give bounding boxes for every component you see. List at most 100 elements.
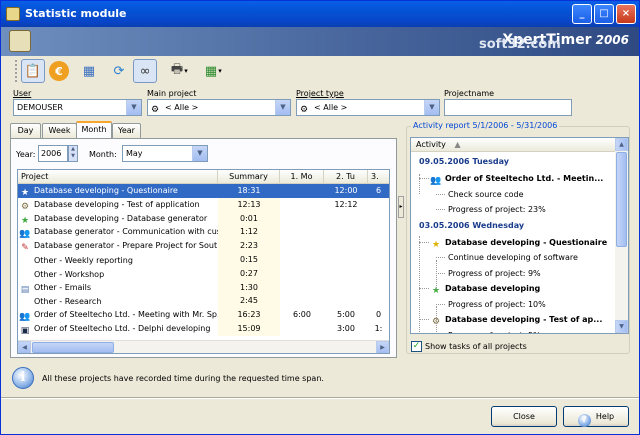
close-window-button[interactable]: × bbox=[616, 4, 636, 24]
cell-summary: 1:12 bbox=[240, 227, 258, 237]
report-project[interactable]: ★ Database developing bbox=[411, 281, 615, 296]
table-row[interactable]: ★ Database developing - Questionaire 18:31… bbox=[18, 184, 389, 198]
table-row[interactable]: Other - Research 2:45 bbox=[18, 294, 389, 308]
chevron-down-icon[interactable]: ▼ bbox=[126, 100, 141, 115]
horizontal-scrollbar[interactable]: ◀ ▶ bbox=[18, 340, 389, 353]
project-type-select[interactable]: ⚙ < Alle > ▼ bbox=[296, 99, 440, 116]
printer-dropdown-icon[interactable]: ▾ bbox=[181, 59, 191, 83]
project-name-input[interactable] bbox=[444, 99, 572, 116]
report-project-label: Database developing - Questionaire bbox=[445, 237, 608, 247]
currency-icon[interactable]: € bbox=[49, 61, 69, 81]
activity-column-label: Activity bbox=[416, 140, 446, 149]
tab-year[interactable]: Year bbox=[112, 123, 141, 138]
tab-week[interactable]: Week bbox=[42, 123, 77, 138]
column-project[interactable]: Project bbox=[18, 170, 218, 184]
scroll-thumb[interactable] bbox=[616, 152, 627, 247]
report-project[interactable]: ⚙ Database developing - Test of ap... bbox=[411, 312, 615, 327]
report-task[interactable]: Progress of project: 10% bbox=[411, 297, 615, 312]
show-all-tasks-checkbox[interactable]: ✓ bbox=[411, 341, 422, 352]
calendar-icon[interactable]: ▦ bbox=[77, 59, 101, 83]
scroll-thumb[interactable] bbox=[32, 342, 114, 353]
cell-d1: 6:00 bbox=[293, 310, 311, 320]
cell-summary: 0:01 bbox=[240, 213, 258, 223]
main-project-select[interactable]: ⚙ < Alle > ▼ bbox=[147, 99, 291, 116]
year-spinner[interactable]: ▲ ▼ bbox=[68, 145, 78, 162]
maximize-button[interactable]: □ bbox=[594, 4, 614, 24]
help-icon: ? bbox=[577, 414, 591, 427]
column-day-2[interactable]: 2. Tu bbox=[324, 170, 368, 184]
refresh-icon[interactable]: ⟳ bbox=[107, 59, 131, 83]
vertical-scrollbar[interactable]: ▲ ▼ bbox=[615, 138, 628, 333]
report-task[interactable]: Progress of project: 5% bbox=[411, 328, 615, 334]
binoculars-icon[interactable]: ∞ bbox=[133, 59, 157, 83]
chevron-down-icon[interactable]: ▼ bbox=[192, 146, 207, 161]
panel-splitter[interactable]: ▸ bbox=[398, 196, 404, 218]
cell-project: ▤ Other - Emails bbox=[18, 281, 218, 296]
cell-project: Other - Research bbox=[18, 294, 218, 309]
report-task[interactable]: Continue developing of software bbox=[411, 250, 615, 265]
report-task[interactable]: Progress of project: 9% bbox=[411, 266, 615, 281]
report-date[interactable]: 09.05.2006 Tuesday bbox=[411, 154, 615, 169]
project-name: Order of Steeltecho Ltd. - Meeting with … bbox=[34, 310, 218, 320]
table-row[interactable]: ✎ Database generator - Prepare Project fo… bbox=[18, 239, 389, 253]
close-button[interactable]: Close bbox=[491, 406, 557, 427]
table-row[interactable]: 👥 Order of Steeltecho Ltd. - Meeting with… bbox=[18, 308, 389, 322]
report-project[interactable]: 👥 Order of Steeltecho Ltd. - Meetin... bbox=[411, 171, 615, 186]
report-task[interactable]: Check source code bbox=[411, 187, 615, 202]
table-row[interactable]: ▣ Order of Steeltecho Ltd. - Delphi devel… bbox=[18, 322, 389, 336]
activity-column-header[interactable]: Activity ▲ bbox=[411, 138, 615, 152]
user-select[interactable]: DEMOUSER ▼ bbox=[13, 99, 142, 116]
report-date[interactable]: 03.05.2006 Wednesday bbox=[411, 218, 615, 233]
activity-list[interactable]: Activity ▲ 09.05.2006 Tuesday 👥 Order of S… bbox=[410, 137, 629, 334]
sort-ascending-icon: ▲ bbox=[454, 140, 461, 149]
report-task[interactable]: Progress of project: 23% bbox=[411, 202, 615, 217]
scroll-up-icon[interactable]: ▲ bbox=[615, 138, 628, 151]
show-all-tasks-label: Show tasks of all projects bbox=[425, 342, 527, 351]
scroll-down-icon[interactable]: ▼ bbox=[615, 320, 628, 333]
project-time-grid[interactable]: Project Summary 1. Mo 2. Tu 3. ★ Database… bbox=[17, 169, 390, 354]
month-value: May bbox=[126, 149, 143, 158]
project-type-icon: ★ bbox=[431, 239, 441, 250]
export-dropdown-icon[interactable]: ▾ bbox=[215, 59, 225, 83]
cell-summary: 12:13 bbox=[237, 199, 261, 209]
table-row[interactable]: Other - Weekly reporting 0:15 bbox=[18, 253, 389, 267]
report-date-label: 09.05.2006 Tuesday bbox=[419, 157, 509, 166]
project-name: Database generator - Communication with … bbox=[34, 227, 218, 237]
tree-line bbox=[436, 306, 437, 333]
cell-summary: 18:31 bbox=[237, 186, 261, 195]
table-row[interactable]: Other - Workshop 0:27 bbox=[18, 267, 389, 281]
scroll-left-icon[interactable]: ◀ bbox=[18, 341, 31, 353]
report-view-icon[interactable]: 📋 bbox=[21, 59, 45, 83]
report-project[interactable]: ★ Database developing - Questionaire bbox=[411, 235, 615, 250]
month-select[interactable]: May ▼ bbox=[122, 145, 208, 162]
tree-connector bbox=[419, 319, 429, 320]
year-value: 2006 bbox=[41, 149, 62, 158]
tab-month[interactable]: Month bbox=[76, 121, 112, 138]
cell-d2: 3:00 bbox=[337, 324, 355, 333]
tree-line bbox=[419, 174, 420, 194]
table-row[interactable]: ⚙ Database developing - Test of applicati… bbox=[18, 198, 389, 212]
table-row[interactable]: 👥 Database generator - Communication with… bbox=[18, 225, 389, 239]
tree-connector bbox=[419, 241, 429, 243]
column-summary[interactable]: Summary bbox=[218, 170, 280, 184]
column-day-3[interactable]: 3. bbox=[368, 170, 389, 184]
year-input[interactable]: 2006 bbox=[38, 145, 68, 162]
title-bar[interactable]: Statistic module _ □ × bbox=[1, 1, 639, 27]
project-type-icon: 👥 bbox=[430, 176, 442, 186]
toolbar-grip[interactable] bbox=[15, 60, 19, 82]
chevron-down-icon[interactable]: ▼ bbox=[424, 100, 439, 115]
help-button[interactable]: ? Help bbox=[563, 406, 629, 427]
report-project-label: Database developing - Test of ap... bbox=[445, 315, 603, 324]
minimize-button[interactable]: _ bbox=[572, 4, 592, 24]
cell-project: ▣ Order of Steeltecho Ltd. - Delphi devel… bbox=[18, 322, 218, 337]
tab-day[interactable]: Day bbox=[10, 123, 41, 138]
chevron-down-icon[interactable]: ▼ bbox=[275, 100, 290, 115]
window-title: Statistic module bbox=[25, 7, 127, 20]
table-row[interactable]: ★ Database developing - Database generato… bbox=[18, 212, 389, 226]
scroll-right-icon[interactable]: ▶ bbox=[376, 341, 389, 353]
report-task-label: Check source code bbox=[448, 189, 524, 199]
column-day-1[interactable]: 1. Mo bbox=[280, 170, 324, 184]
table-row[interactable]: ▤ Other - Emails 1:30 bbox=[18, 281, 389, 295]
blank-icon bbox=[19, 294, 31, 306]
tree-connector bbox=[436, 303, 445, 305]
